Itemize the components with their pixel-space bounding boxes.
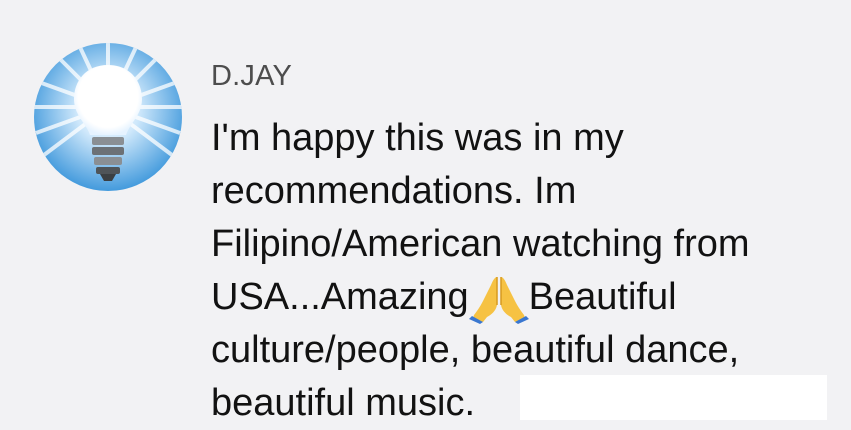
comment-text-line: I'm happy this was in my: [211, 117, 624, 159]
comment: D.JAY I'm happy this was in my recommend…: [0, 0, 851, 424]
folded-hands-icon: [468, 271, 529, 324]
lightbulb-icon: [34, 43, 182, 191]
avatar[interactable]: [34, 43, 182, 191]
comment-text-line-with-emoji: USA...Amazing Beautiful: [211, 271, 841, 324]
redaction-box: [520, 375, 827, 420]
comment-text-line: culture/people, beautiful dance,: [211, 329, 740, 371]
comment-author[interactable]: D.JAY: [211, 60, 292, 93]
comment-text-segment: Beautiful: [528, 276, 677, 318]
comment-text-segment: USA...Amazing: [211, 276, 469, 318]
comment-text-line: Filipino/American watching from: [211, 223, 750, 265]
comment-text-line: recommendations. Im: [211, 170, 577, 212]
